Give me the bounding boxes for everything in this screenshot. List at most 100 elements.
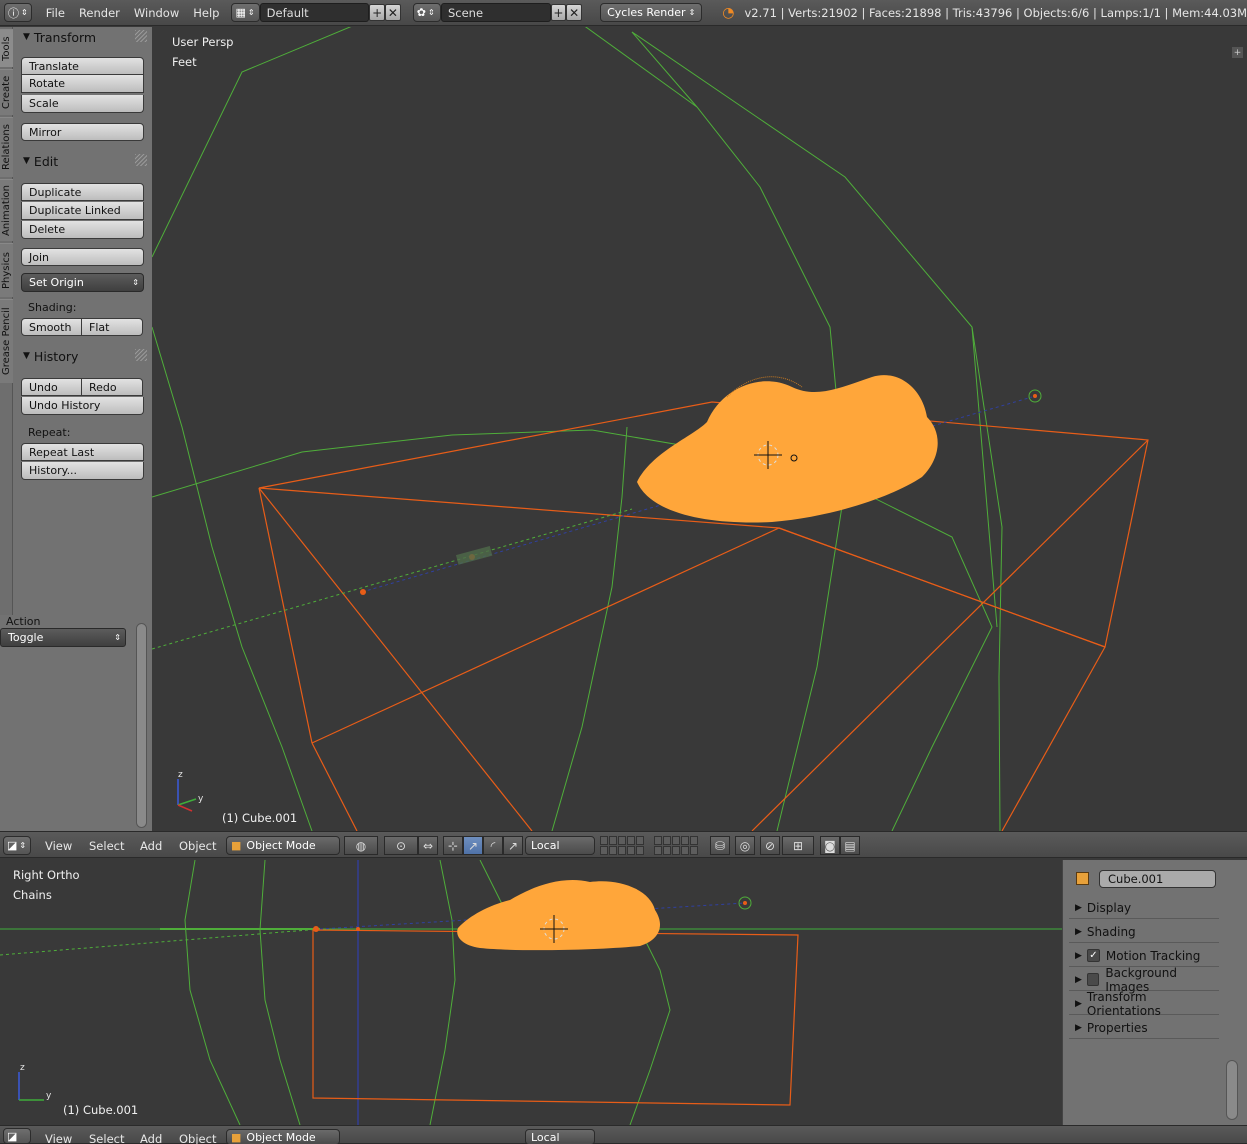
menu-view-bottom[interactable]: View bbox=[45, 1132, 72, 1144]
expand-triangle-icon: ▶ bbox=[1075, 950, 1082, 961]
mode-label: Object Mode bbox=[246, 1130, 316, 1144]
delete-button[interactable]: Delete bbox=[21, 221, 144, 239]
scene-icon: ✿ bbox=[416, 6, 426, 19]
set-origin-dropdown[interactable]: Set Origin ⇕ bbox=[21, 273, 144, 292]
mirror-button[interactable]: Mirror bbox=[21, 123, 144, 141]
transform-orientations-panel-header[interactable]: ▶ Transform Orientations bbox=[1069, 990, 1219, 1018]
object-name-field[interactable]: Cube.001 bbox=[1099, 870, 1216, 888]
panel-scrollbar[interactable] bbox=[136, 623, 147, 828]
properties-panel-header[interactable]: ▶ Properties bbox=[1069, 1017, 1219, 1039]
menu-select[interactable]: Select bbox=[89, 839, 124, 853]
view3d-header-top: ◪ ⇕ View Select Add Object ■ Object Mode ◍… bbox=[0, 831, 1247, 858]
rotate-button[interactable]: Rotate bbox=[21, 75, 144, 93]
motion-tracking-checkbox[interactable]: ✓ bbox=[1086, 949, 1100, 962]
snap-toggle-button[interactable]: ⊘ bbox=[760, 836, 780, 855]
flat-button[interactable]: Flat bbox=[82, 318, 143, 336]
add-layout-button[interactable]: + bbox=[369, 4, 385, 21]
scale-button[interactable]: Scale bbox=[21, 95, 144, 113]
info-header: ⓘ ⇕ File Render Window Help ▦ ⇕ Default + … bbox=[0, 0, 1247, 26]
join-button[interactable]: Join bbox=[21, 248, 144, 266]
scale-manipulator-button[interactable]: ↗ bbox=[503, 836, 523, 855]
panel-title: Edit bbox=[33, 153, 59, 169]
menu-view[interactable]: View bbox=[45, 839, 72, 853]
manipulator-toggle-button[interactable]: ⊹ bbox=[443, 836, 463, 855]
translate-button[interactable]: Translate bbox=[21, 57, 144, 75]
display-panel-header[interactable]: ▶ Display bbox=[1069, 897, 1219, 919]
tab-create[interactable]: Create bbox=[0, 69, 13, 115]
tab-relations[interactable]: Relations bbox=[0, 117, 13, 177]
screen-layout-field[interactable]: Default bbox=[259, 3, 370, 22]
drag-grip-icon[interactable] bbox=[135, 154, 147, 166]
scene-icon-button[interactable]: ✿ ⇕ bbox=[412, 3, 441, 22]
render-engine-dropdown[interactable]: Cycles Render ⇕ bbox=[600, 3, 703, 22]
pivot-point-button[interactable]: ⊙ bbox=[384, 836, 418, 855]
active-object-label-bottom: (1) Cube.001 bbox=[63, 1103, 139, 1117]
menu-object[interactable]: Object bbox=[179, 839, 216, 853]
view-name-label: User Persp bbox=[172, 35, 234, 49]
screen-layout-icon-button[interactable]: ▦ ⇕ bbox=[231, 3, 260, 22]
menu-render[interactable]: Render bbox=[79, 6, 120, 20]
rotate-manipulator-button[interactable]: ◜ bbox=[483, 836, 503, 855]
action-dropdown[interactable]: Toggle ⇕ bbox=[0, 628, 126, 647]
tab-grease-pencil[interactable]: Grease Pencil bbox=[0, 299, 13, 383]
object-cube-icon bbox=[1076, 872, 1089, 885]
duplicate-linked-button[interactable]: Duplicate Linked bbox=[21, 202, 144, 220]
perspective-scene-svg: z y bbox=[152, 27, 1149, 831]
menu-object-bottom[interactable]: Object bbox=[179, 1132, 216, 1144]
tab-tools[interactable]: Tools bbox=[0, 29, 13, 67]
add-scene-button[interactable]: + bbox=[550, 4, 567, 21]
expand-toolbar-icon[interactable]: + bbox=[1232, 47, 1243, 58]
layer-buttons-a[interactable] bbox=[600, 836, 644, 855]
properties-scrollbar[interactable] bbox=[1226, 1060, 1238, 1120]
transform-orientation-dropdown-bottom[interactable]: Local bbox=[525, 1129, 595, 1144]
edit-panel-header[interactable]: ▼ Edit bbox=[19, 151, 149, 171]
orientation-label: Local bbox=[531, 839, 560, 852]
smooth-button[interactable]: Smooth bbox=[21, 318, 82, 336]
drag-grip-icon[interactable] bbox=[135, 30, 147, 42]
transform-orientation-dropdown[interactable]: Local bbox=[525, 836, 595, 855]
shading-panel-header[interactable]: ▶ Shading bbox=[1069, 921, 1219, 943]
lock-layers-button[interactable]: ⛁ bbox=[710, 836, 730, 855]
cube-icon: ■ bbox=[231, 839, 242, 852]
undo-button[interactable]: Undo bbox=[21, 378, 82, 396]
background-images-panel-header[interactable]: ▶ Background Images bbox=[1069, 966, 1219, 994]
menu-select-bottom[interactable]: Select bbox=[89, 1132, 124, 1144]
viewport-shading-button[interactable]: ◍ bbox=[344, 836, 378, 855]
proportional-edit-button[interactable]: ◎ bbox=[735, 836, 755, 855]
motion-tracking-panel-header[interactable]: ▶ ✓ Motion Tracking bbox=[1069, 945, 1219, 967]
menu-add[interactable]: Add bbox=[140, 839, 162, 853]
menu-add-bottom[interactable]: Add bbox=[140, 1132, 162, 1144]
origin-dot-side bbox=[356, 927, 360, 931]
undo-history-button[interactable]: Undo History bbox=[21, 397, 144, 415]
viewport-3d-perspective[interactable]: z y User Persp Feet (1) Cube.001 + bbox=[152, 27, 1247, 831]
editor-type-button-bottom[interactable]: ◪ bbox=[3, 1128, 31, 1144]
remove-layout-button[interactable]: ✕ bbox=[385, 4, 401, 21]
drag-grip-icon[interactable] bbox=[135, 349, 147, 361]
redo-button[interactable]: Redo bbox=[82, 378, 143, 396]
menu-file[interactable]: File bbox=[46, 6, 65, 20]
translate-manipulator-button[interactable]: ↗ bbox=[463, 836, 483, 855]
menu-help[interactable]: Help bbox=[193, 6, 219, 20]
scene-field[interactable]: Scene bbox=[440, 3, 551, 22]
repeat-last-button[interactable]: Repeat Last bbox=[21, 443, 144, 461]
history-panel-header[interactable]: ▼ History bbox=[19, 346, 149, 366]
editor-type-info-button[interactable]: ⓘ ⇕ bbox=[4, 3, 32, 22]
editor-type-button[interactable]: ◪ ⇕ bbox=[3, 836, 31, 855]
object-mode-dropdown-bottom[interactable]: ■ Object Mode bbox=[226, 1129, 340, 1144]
layer-buttons-b[interactable] bbox=[654, 836, 698, 855]
opengl-render-button[interactable]: ◙ bbox=[820, 836, 840, 855]
history-button[interactable]: History... bbox=[21, 462, 144, 480]
background-images-checkbox[interactable] bbox=[1086, 973, 1100, 986]
tab-animation[interactable]: Animation bbox=[0, 179, 13, 241]
object-mode-dropdown[interactable]: ■ Object Mode bbox=[226, 836, 340, 855]
viewport-3d-right-ortho[interactable]: z y Right Ortho Chains (1) Cube.001 bbox=[0, 860, 1062, 1125]
manipulate-center-button[interactable]: ⇔ bbox=[418, 836, 438, 855]
snap-element-button[interactable]: ⊞ bbox=[782, 836, 814, 855]
view-name-label-bottom: Right Ortho bbox=[13, 868, 80, 882]
remove-scene-button[interactable]: ✕ bbox=[566, 4, 583, 21]
tab-physics[interactable]: Physics bbox=[0, 243, 13, 297]
menu-window[interactable]: Window bbox=[134, 6, 179, 20]
transform-panel-header[interactable]: ▼ Transform bbox=[19, 27, 149, 47]
opengl-anim-button[interactable]: ▤ bbox=[840, 836, 860, 855]
duplicate-button[interactable]: Duplicate bbox=[21, 183, 144, 201]
